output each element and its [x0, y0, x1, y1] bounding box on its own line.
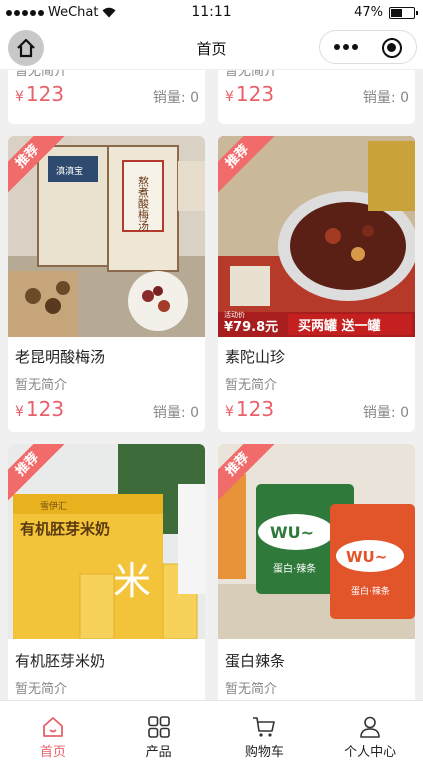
product-name: 蛋白辣条	[225, 652, 286, 670]
battery-status: 47%	[354, 5, 418, 20]
battery-percent: 47%	[354, 5, 383, 20]
product-image: 熬煮酸梅汤 滇滇宝 推荐	[8, 136, 205, 337]
tab-label: 产品	[145, 745, 172, 760]
product-price: ¥123	[225, 397, 275, 421]
product-price: ¥123	[15, 82, 65, 106]
product-name: 素陀山珍	[225, 348, 286, 366]
product-desc: 暂无简介	[15, 378, 68, 393]
product-image: WU~ 蛋白·辣条 WU~ 蛋白·辣条 推荐	[218, 444, 415, 639]
product-price: ¥123	[225, 82, 275, 106]
cart-icon	[253, 717, 276, 737]
user-icon	[360, 716, 380, 738]
product-card[interactable]: 有机胚芽米奶 雪伊汇 米 推荐 有机胚芽米奶 暂无简介	[8, 444, 205, 700]
tab-cart[interactable]: 购物车	[212, 701, 318, 767]
product-desc: 暂无简介	[225, 70, 278, 79]
miniprogram-capsule	[319, 30, 417, 64]
milk-char: 米	[113, 559, 151, 603]
product-grid[interactable]: 暂无简介 ¥123 销量: 0 暂无简介 ¥123 销量: 0 熬煮酸梅汤 滇滇…	[0, 70, 423, 700]
tab-bar: 首页 产品 购物车 个人中心	[0, 700, 423, 767]
product-name: 老昆明酸梅汤	[15, 348, 106, 366]
product-image: 有机胚芽米奶 雪伊汇 米 推荐	[8, 444, 205, 639]
product-sales: 销量: 0	[152, 405, 199, 421]
more-button[interactable]	[334, 44, 358, 50]
promo-price: ¥79.8元	[224, 320, 278, 335]
tab-label: 个人中心	[344, 745, 397, 760]
wu-label-2: WU~	[346, 548, 387, 566]
product-card[interactable]: 暂无简介 ¥123 销量: 0	[218, 70, 415, 124]
product-card[interactable]: 熬煮酸梅汤 滇滇宝 推荐 老昆明酸梅汤 暂无简介 ¥123 销量: 0	[8, 136, 205, 432]
battery-icon	[389, 6, 418, 19]
wu-label: WU~	[270, 523, 314, 542]
tab-home[interactable]: 首页	[0, 701, 106, 767]
box-label: 熬煮酸梅汤	[137, 175, 150, 232]
product-card[interactable]: WU~ 蛋白·辣条 WU~ 蛋白·辣条 推荐 蛋白辣条 暂无简介	[218, 444, 415, 700]
milk-brand: 雪伊汇	[40, 500, 67, 512]
promo-small: 活动价	[224, 310, 245, 319]
product-name: 有机胚芽米奶	[15, 652, 106, 670]
product-sales: 销量: 0	[362, 405, 409, 421]
product-image: ¥79.8元 买两罐 送一罐 活动价 推荐	[218, 136, 415, 337]
product-sales: 销量: 0	[362, 90, 409, 106]
home-icon	[42, 717, 63, 737]
tab-products[interactable]: 产品	[106, 701, 212, 767]
milk-box-title: 有机胚芽米奶	[20, 520, 110, 538]
wu-sub: 蛋白·辣条	[273, 562, 316, 575]
tab-profile[interactable]: 个人中心	[317, 701, 423, 767]
product-desc: 暂无简介	[225, 682, 278, 697]
product-desc: 暂无简介	[15, 682, 68, 697]
promo-text: 买两罐 送一罐	[298, 318, 381, 334]
product-desc: 暂无简介	[15, 70, 68, 79]
product-card[interactable]: 暂无简介 ¥123 销量: 0	[8, 70, 205, 124]
close-button[interactable]	[382, 38, 402, 58]
box-brand: 滇滇宝	[56, 165, 83, 177]
product-card[interactable]: ¥79.8元 买两罐 送一罐 活动价 推荐 素陀山珍 暂无简介 ¥123 销量:…	[218, 136, 415, 432]
nav-bar: 首页	[0, 26, 423, 70]
product-price: ¥123	[15, 397, 65, 421]
tab-label: 首页	[39, 745, 66, 760]
wu-sub-2: 蛋白·辣条	[351, 585, 390, 597]
product-sales: 销量: 0	[152, 90, 199, 106]
tab-label: 购物车	[244, 745, 284, 760]
grid-icon	[147, 716, 170, 738]
status-bar: WeChat 11:11 47%	[0, 0, 423, 26]
product-desc: 暂无简介	[225, 378, 278, 393]
